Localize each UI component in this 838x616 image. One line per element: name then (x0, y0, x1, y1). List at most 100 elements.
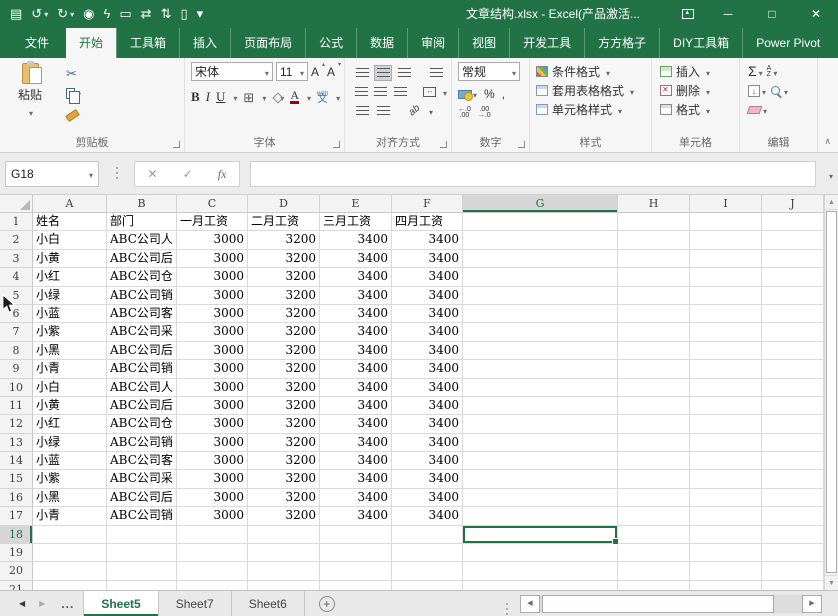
cell-G20[interactable] (463, 562, 618, 580)
cell-J20[interactable] (762, 562, 824, 580)
row-header-4[interactable]: 4 (0, 268, 33, 286)
align-top-button[interactable] (353, 65, 371, 81)
cell-I8[interactable] (690, 342, 762, 360)
row-header-19[interactable]: 19 (0, 544, 33, 562)
cell-I21[interactable] (690, 581, 762, 590)
hscroll-track[interactable] (540, 595, 802, 613)
wrap-text-button[interactable] (427, 65, 445, 81)
scroll-up-button[interactable] (825, 195, 838, 210)
cell-G14[interactable] (463, 452, 618, 470)
cell-E18[interactable] (320, 526, 392, 544)
percent-style-button[interactable]: % (484, 87, 495, 101)
clear-button[interactable] (748, 103, 767, 117)
cell-G4[interactable] (463, 268, 618, 286)
cell-H1[interactable] (618, 213, 690, 231)
column-width-icon[interactable]: ⇄ (141, 0, 152, 28)
row-header-2[interactable]: 2 (0, 231, 33, 249)
borders-dropdown-icon[interactable] (260, 90, 266, 104)
cell-A18[interactable] (33, 526, 107, 544)
align-middle-button[interactable] (374, 65, 392, 81)
cell-D18[interactable] (248, 526, 320, 544)
minimize-button[interactable]: ─ (706, 0, 750, 28)
cell-F16[interactable]: 3400 (392, 489, 463, 507)
ribbon-display-options-button[interactable] (671, 0, 705, 28)
row-header-12[interactable]: 12 (0, 415, 33, 433)
comment-icon[interactable]: ▭ (119, 0, 131, 28)
align-right-button[interactable] (392, 84, 408, 100)
cell-H20[interactable] (618, 562, 690, 580)
column-header-E[interactable]: E (320, 195, 392, 213)
clipboard-dialog-launcher[interactable] (173, 141, 180, 148)
cell-D4[interactable]: 3200 (248, 268, 320, 286)
vertical-scrollbar[interactable] (824, 195, 838, 590)
cell-D6[interactable]: 3200 (248, 305, 320, 323)
cell-E21[interactable] (320, 581, 392, 590)
find-select-button[interactable] (770, 84, 788, 98)
cell-A15[interactable]: 小紫 (33, 470, 107, 488)
cell-C14[interactable]: 3000 (177, 452, 248, 470)
cell-J8[interactable] (762, 342, 824, 360)
cell-C20[interactable] (177, 562, 248, 580)
cell-H21[interactable] (618, 581, 690, 590)
cell-J1[interactable] (762, 213, 824, 231)
align-center-button[interactable] (372, 84, 388, 100)
cell-C1[interactable]: 一月工资 (177, 213, 248, 231)
cell-F2[interactable]: 3400 (392, 231, 463, 249)
cell-B12[interactable]: ABC公司仓 (107, 415, 177, 433)
cell-F18[interactable] (392, 526, 463, 544)
cell-J6[interactable] (762, 305, 824, 323)
cell-B2[interactable]: ABC公司人 (107, 231, 177, 249)
cell-E16[interactable]: 3400 (320, 489, 392, 507)
cell-H7[interactable] (618, 323, 690, 341)
phonetic-guide-button[interactable]: wén文 (317, 91, 328, 103)
cell-G21[interactable] (463, 581, 618, 590)
cell-J7[interactable] (762, 323, 824, 341)
sheet-tab-sheet7[interactable]: Sheet7 (159, 591, 232, 616)
cell-I12[interactable] (690, 415, 762, 433)
format-painter-button[interactable] (66, 105, 81, 121)
cell-A20[interactable] (33, 562, 107, 580)
cell-C2[interactable]: 3000 (177, 231, 248, 249)
cell-D9[interactable]: 3200 (248, 360, 320, 378)
cell-H14[interactable] (618, 452, 690, 470)
cell-G2[interactable] (463, 231, 618, 249)
cell-C18[interactable] (177, 526, 248, 544)
cell-I18[interactable] (690, 526, 762, 544)
undo-dropdown-icon[interactable] (42, 0, 48, 29)
cell-F21[interactable] (392, 581, 463, 590)
row-header-14[interactable]: 14 (0, 452, 33, 470)
cell-D17[interactable]: 3200 (248, 507, 320, 525)
cell-E1[interactable]: 三月工资 (320, 213, 392, 231)
cell-G10[interactable] (463, 379, 618, 397)
increase-indent-button[interactable] (374, 103, 392, 119)
cell-E3[interactable]: 3400 (320, 250, 392, 268)
cell-F7[interactable]: 3400 (392, 323, 463, 341)
cell-B9[interactable]: ABC公司销 (107, 360, 177, 378)
redo-dropdown-icon[interactable] (68, 0, 74, 29)
collapse-ribbon-button[interactable]: ∧ (824, 136, 831, 147)
cell-C4[interactable]: 3000 (177, 268, 248, 286)
orientation-dropdown-icon[interactable] (427, 104, 433, 118)
ribbon-tab-9[interactable]: 方方格子 (584, 28, 659, 58)
cell-B7[interactable]: ABC公司采 (107, 323, 177, 341)
cell-A16[interactable]: 小黑 (33, 489, 107, 507)
delete-cells-button[interactable]: 删除 (660, 81, 739, 100)
cell-D5[interactable]: 3200 (248, 287, 320, 305)
horizontal-scrollbar[interactable] (520, 591, 822, 616)
cell-A9[interactable]: 小青 (33, 360, 107, 378)
cell-C7[interactable]: 3000 (177, 323, 248, 341)
row-header-21[interactable]: 21 (0, 581, 33, 590)
select-all-corner[interactable] (0, 195, 33, 213)
cell-D16[interactable]: 3200 (248, 489, 320, 507)
cell-J9[interactable] (762, 360, 824, 378)
paste-button[interactable]: 粘贴 (8, 63, 52, 121)
horizontal-scroll-thumb[interactable] (542, 595, 774, 613)
orientation-button[interactable]: ab (406, 103, 424, 119)
cell-C12[interactable]: 3000 (177, 415, 248, 433)
cell-D8[interactable]: 3200 (248, 342, 320, 360)
cell-H2[interactable] (618, 231, 690, 249)
ribbon-tab-8[interactable]: 开发工具 (509, 28, 584, 58)
font-color-dropdown-icon[interactable] (305, 90, 311, 104)
cell-J3[interactable] (762, 250, 824, 268)
cell-F9[interactable]: 3400 (392, 360, 463, 378)
